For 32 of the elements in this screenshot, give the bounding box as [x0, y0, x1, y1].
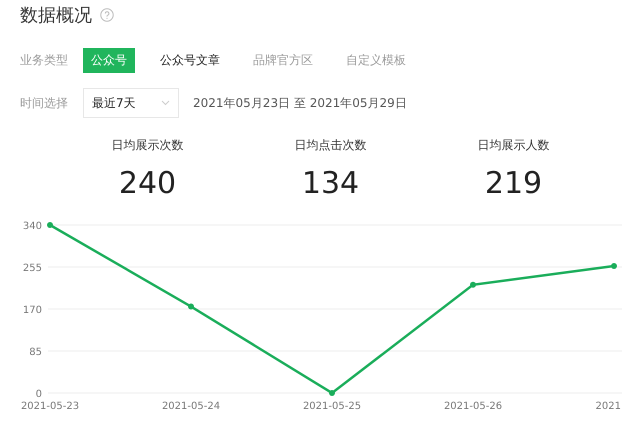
data-point	[611, 263, 617, 269]
stat-label: 日均展示次数	[112, 137, 184, 154]
axis-label: 255	[22, 263, 42, 274]
axis-label: 2021-05-25	[302, 401, 362, 412]
axis-label: 2021-05-24	[162, 401, 220, 412]
tab[interactable]: 自定义模板	[338, 48, 414, 72]
data-point	[188, 304, 194, 310]
axis-label: 2021-05-23	[20, 401, 80, 412]
axis-label: 85	[29, 347, 42, 358]
axis-label: 0	[36, 389, 42, 400]
axis-label: 340	[22, 221, 42, 232]
data-point	[470, 282, 476, 288]
caret-icon	[161, 100, 170, 106]
tab[interactable]: 品牌官方区	[245, 48, 321, 72]
axis-label: 2021-05-26	[444, 401, 502, 412]
stat-label: 日均点击次数	[294, 137, 366, 154]
data-point	[47, 222, 53, 228]
page-title: 数据概况	[20, 4, 92, 27]
help-icon[interactable]	[100, 8, 114, 22]
axis-label: 170	[22, 305, 42, 316]
stat-label: 日均展示人数	[478, 137, 550, 154]
data-point	[329, 390, 335, 396]
stat-value: 134	[302, 166, 360, 201]
tab[interactable]: 公众号文章	[152, 48, 228, 72]
date-range: 2021年05月23日 至 2021年05月29日	[193, 94, 407, 112]
stat-value: 240	[118, 166, 176, 201]
axis-label: 2021	[596, 401, 621, 412]
tab[interactable]: 公众号	[83, 48, 135, 72]
date-dropdown[interactable]: 最近7天	[83, 88, 179, 118]
field-label: 时间选择	[20, 94, 69, 112]
field-label: 业务类型	[20, 52, 69, 68]
stat-value: 219	[484, 166, 542, 201]
